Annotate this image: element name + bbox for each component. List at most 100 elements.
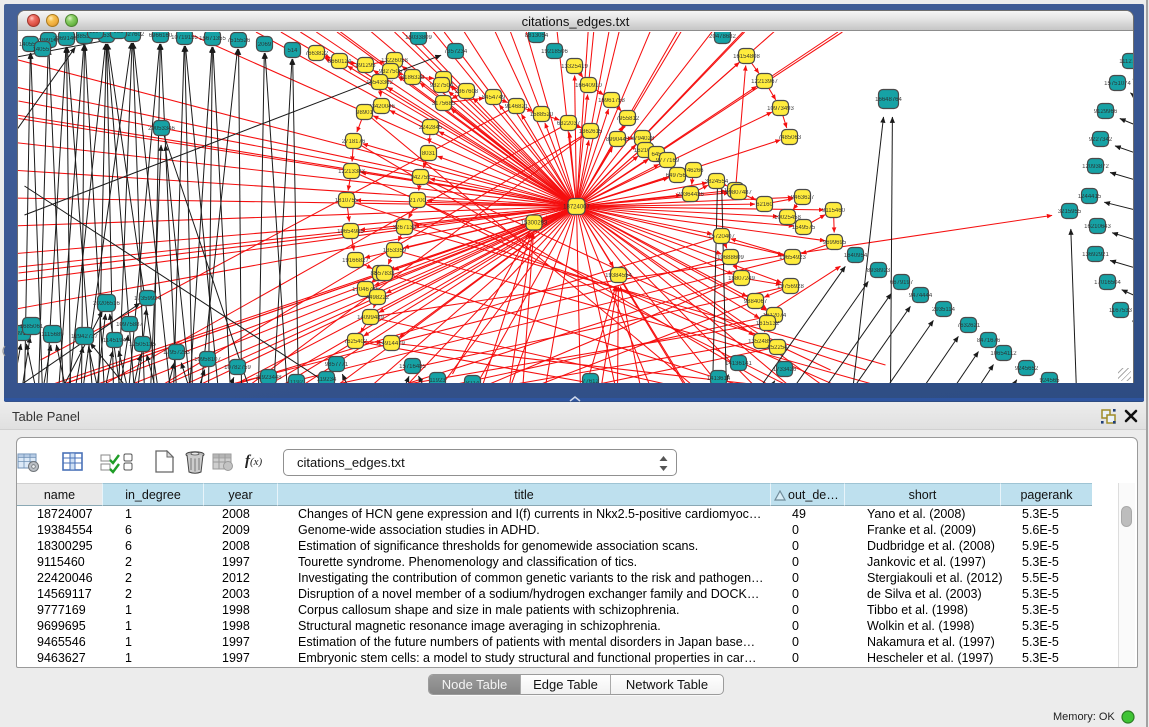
svg-text:9227342: 9227342 (1089, 137, 1113, 143)
svg-text:1115689: 1115689 (41, 332, 64, 338)
svg-text:9777169: 9777169 (656, 158, 680, 164)
svg-text:9474444: 9474444 (909, 293, 933, 299)
svg-text:20364436: 20364436 (677, 192, 704, 198)
svg-text:12093872: 12093872 (1082, 164, 1109, 170)
svg-text:8938923: 8938923 (867, 268, 891, 274)
svg-text:1187: 1187 (89, 32, 103, 35)
svg-text:7625402: 7625402 (344, 339, 368, 345)
svg-text:16543362: 16543362 (366, 80, 393, 86)
svg-text:13692921: 13692921 (1082, 252, 1109, 258)
svg-text:8660124: 8660124 (328, 59, 352, 65)
svg-text:942755: 942755 (410, 175, 431, 181)
svg-text:19166827: 19166827 (342, 258, 369, 264)
svg-text:8990443: 8990443 (606, 137, 630, 143)
svg-text:12213967: 12213967 (751, 79, 778, 85)
svg-text:19218506: 19218506 (541, 49, 568, 55)
svg-text:252254: 252254 (767, 345, 788, 351)
svg-text:891295: 891295 (355, 63, 376, 69)
svg-text:746266: 746266 (683, 168, 704, 174)
svg-text:10782759: 10782759 (224, 365, 251, 371)
svg-text:18724007: 18724007 (563, 205, 590, 211)
svg-text:98901: 98901 (356, 110, 373, 116)
svg-text:10719155: 10719155 (171, 35, 198, 41)
svg-text:9327504: 9327504 (430, 83, 454, 89)
svg-text:7357234: 7357234 (444, 49, 468, 55)
svg-text:9699695: 9699695 (823, 240, 847, 246)
svg-text:17957253: 17957253 (163, 350, 190, 356)
svg-text:9884067: 9884067 (744, 299, 768, 305)
svg-text:7632621: 7632621 (957, 323, 981, 329)
svg-text:1615132: 1615132 (756, 321, 780, 327)
svg-text:6794028: 6794028 (631, 136, 655, 142)
svg-text:16671355: 16671355 (199, 36, 226, 42)
svg-text:12942737: 12942737 (71, 334, 98, 340)
svg-text:20206516: 20206516 (93, 301, 120, 307)
svg-text:16033809: 16033809 (405, 35, 432, 41)
svg-text:18807249: 18807249 (728, 276, 755, 282)
svg-text:10807487: 10807487 (725, 190, 752, 196)
svg-text:2718176: 2718176 (342, 139, 366, 145)
svg-text:1112733: 1112733 (1119, 59, 1133, 65)
svg-text:7955812: 7955812 (616, 116, 640, 122)
svg-text:9129966: 9129966 (1094, 109, 1118, 115)
svg-text:62160: 62160 (756, 202, 773, 208)
svg-text:77612: 77612 (582, 379, 599, 383)
svg-text:119234: 119234 (317, 377, 337, 383)
svg-text:8031: 8031 (422, 151, 436, 157)
svg-text:6679197: 6679197 (890, 280, 914, 286)
svg-text:10688609: 10688609 (717, 255, 744, 261)
svg-text:1244415: 1244415 (1078, 194, 1102, 200)
svg-text:2069: 2069 (258, 42, 272, 48)
svg-text:2242845: 2242845 (419, 125, 443, 131)
svg-text:19756928: 19756928 (777, 284, 804, 290)
svg-text:3215955: 3215955 (1058, 209, 1082, 215)
svg-text:3267130: 3267130 (393, 225, 417, 231)
svg-text:7515526: 7515526 (227, 38, 251, 44)
svg-text:1549575: 1549575 (792, 225, 816, 231)
svg-text:14099489: 14099489 (357, 315, 384, 321)
svg-text:7485063: 7485063 (778, 135, 802, 141)
svg-text:8186328: 8186328 (401, 75, 425, 81)
svg-text:19384554: 19384554 (605, 273, 632, 279)
svg-text:14136141: 14136141 (725, 361, 752, 367)
svg-text:15720407: 15720407 (708, 234, 735, 240)
svg-text:8454749: 8454749 (482, 95, 506, 101)
svg-text:9146821: 9146821 (505, 104, 529, 110)
svg-text:15751074: 15751074 (1104, 81, 1131, 87)
svg-text:1167533: 1167533 (1109, 308, 1133, 314)
svg-text:1192: 1192 (290, 380, 304, 383)
svg-text:985: 985 (113, 32, 124, 35)
svg-text:3175685: 3175685 (432, 101, 456, 107)
svg-text:17016504: 17016504 (1094, 280, 1121, 286)
svg-text:10654112: 10654112 (990, 351, 1017, 357)
svg-text:14914479: 14914479 (378, 341, 405, 347)
svg-text:7663822: 7663822 (305, 51, 329, 57)
svg-text:16961758: 16961758 (598, 98, 625, 104)
svg-text:29053346: 29053346 (148, 126, 175, 132)
svg-text:12213383: 12213383 (338, 169, 365, 175)
svg-text:1810755: 1810755 (335, 198, 359, 204)
svg-text:1640954: 1640954 (844, 253, 868, 259)
svg-text:10975887: 10975887 (116, 322, 143, 328)
svg-text:557833: 557833 (374, 271, 395, 277)
svg-text:9115460: 9115460 (822, 208, 846, 214)
svg-text:6322037: 6322037 (557, 121, 581, 127)
svg-text:19654923: 19654923 (779, 255, 806, 261)
svg-text:1145194: 1145194 (103, 338, 127, 344)
svg-text:16640910: 16640910 (575, 83, 602, 89)
svg-text:10973493: 10973493 (767, 106, 794, 112)
svg-text:10958107: 10958107 (194, 357, 221, 363)
svg-text:2935114: 2935114 (932, 307, 956, 313)
svg-text:9857771: 9857771 (325, 362, 349, 368)
svg-text:1733426: 1733426 (773, 367, 797, 373)
svg-text:16154808: 16154808 (733, 54, 760, 60)
svg-text:8471676: 8471676 (977, 338, 1001, 344)
svg-text:8214: 8214 (466, 381, 480, 383)
svg-text:11923448: 11923448 (255, 375, 282, 381)
svg-text:6966160: 6966160 (149, 33, 173, 39)
svg-text:1353359: 1353359 (383, 248, 407, 254)
svg-text:1685061: 1685061 (20, 324, 44, 330)
svg-text:16648764: 16648764 (875, 97, 902, 103)
svg-text:20478682: 20478682 (709, 34, 736, 40)
svg-text:16210643: 16210643 (1084, 224, 1111, 230)
